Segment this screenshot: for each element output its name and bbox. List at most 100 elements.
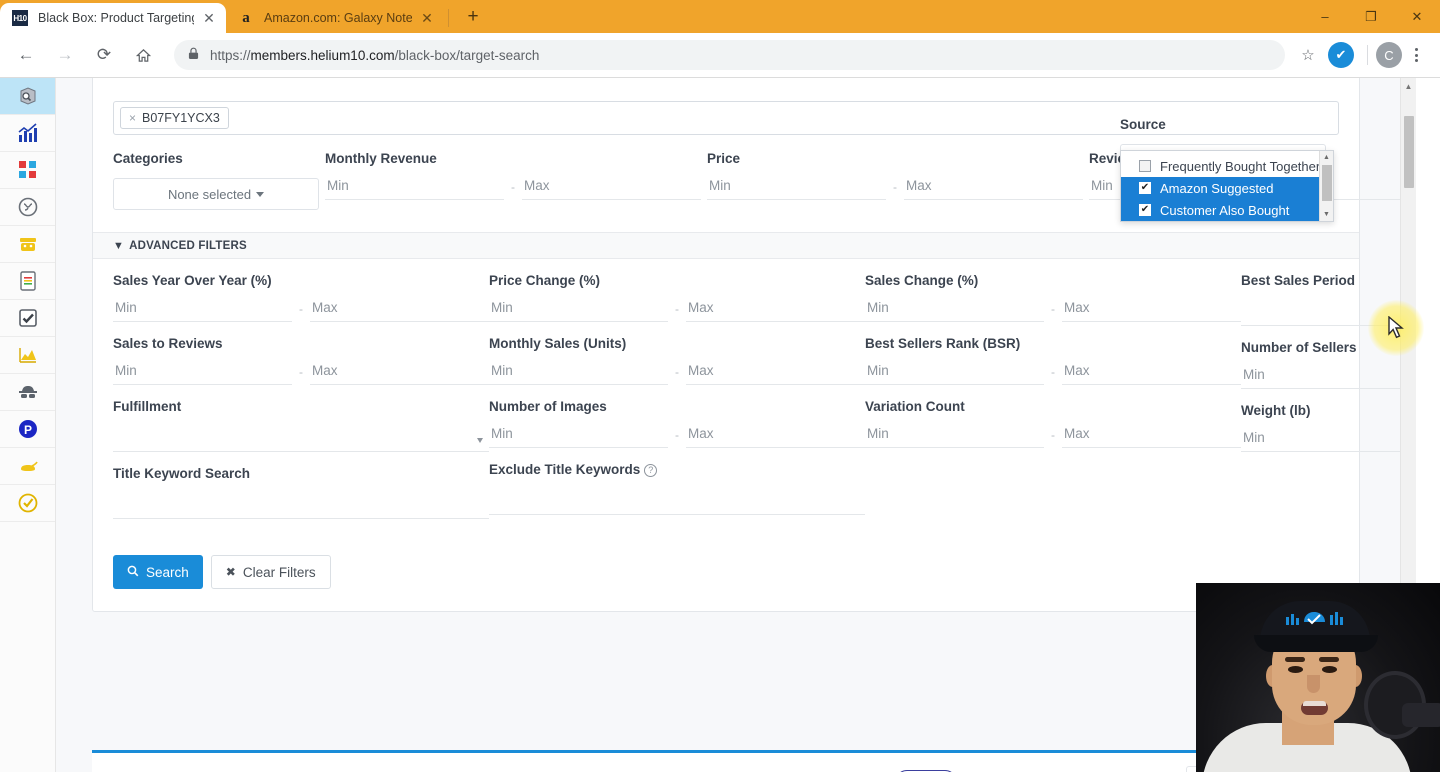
chrome-menu-icon[interactable] <box>1402 41 1430 69</box>
field-label: Title Keyword Search <box>113 466 489 481</box>
bsr-max-input[interactable] <box>1062 363 1241 385</box>
close-icon: ✖ <box>226 565 236 579</box>
advanced-column-3: Sales Change (%) - Best Sellers Rank (BS… <box>865 273 1241 533</box>
sales-yoy-max-input[interactable] <box>310 300 489 322</box>
title-keyword-search-input[interactable] <box>113 493 489 519</box>
checkbox-unchecked-icon[interactable] <box>1139 160 1151 172</box>
sidebar-item-trendster[interactable] <box>0 115 55 152</box>
sidebar-item-refund-genie[interactable] <box>0 485 55 522</box>
bsr-min-input[interactable] <box>865 363 1044 385</box>
sidebar-item-scribbles[interactable] <box>0 263 55 300</box>
advanced-filters-header[interactable]: ▼ ADVANCED FILTERS <box>93 232 1359 259</box>
sidebar-item-black-box[interactable] <box>0 78 55 115</box>
back-icon[interactable]: ← <box>10 39 42 71</box>
clear-filters-button[interactable]: ✖ Clear Filters <box>211 555 331 589</box>
sidebar-item-xray-cerebro[interactable] <box>0 152 55 189</box>
profile-avatar[interactable]: C <box>1376 42 1402 68</box>
field-price-change: Price Change (%) - <box>489 273 865 322</box>
number-of-images-min-input[interactable] <box>489 426 668 448</box>
field-sales-yoy: Sales Year Over Year (%) - <box>113 273 489 322</box>
tab-amazon[interactable]: a Amazon.com: Galaxy Note 9 Scre ✕ <box>226 3 444 33</box>
webcam-cap-brim <box>1254 635 1378 652</box>
genie-lamp-icon <box>16 454 40 478</box>
sidebar-item-frankenstein[interactable] <box>0 226 55 263</box>
exclude-title-keywords-input[interactable] <box>489 489 865 515</box>
black-box-icon <box>16 84 40 108</box>
results-section: 13 products found Show Advanced Info: YE… <box>92 750 1360 772</box>
home-icon[interactable] <box>127 39 159 71</box>
remove-asin-icon[interactable]: × <box>129 111 136 125</box>
filter-price: Price - <box>707 151 1083 210</box>
scroll-up-icon[interactable]: ▲ <box>1401 78 1416 94</box>
scroll-up-icon[interactable]: ▲ <box>1320 151 1333 164</box>
tab-close-icon[interactable]: ✕ <box>418 9 436 27</box>
sales-to-reviews-max-input[interactable] <box>310 363 489 385</box>
help-icon[interactable]: ? <box>644 464 657 477</box>
range-dash: - <box>292 365 310 385</box>
number-of-images-max-input[interactable] <box>686 426 865 448</box>
checkbox-checked-icon[interactable]: ✔ <box>1139 204 1151 216</box>
dropdown-scrollbar[interactable]: ▲ ▼ <box>1319 151 1333 221</box>
sidebar-item-magnet[interactable] <box>0 189 55 226</box>
sidebar-item-index-checker[interactable] <box>0 300 55 337</box>
sales-to-reviews-min-input[interactable] <box>113 363 292 385</box>
maximize-button[interactable]: ❐ <box>1348 0 1394 33</box>
frankenstein-icon <box>16 232 40 256</box>
search-button-label: Search <box>146 565 189 580</box>
address-bar[interactable]: https://members.helium10.com/black-box/t… <box>174 40 1285 70</box>
number-of-sellers-min-input[interactable] <box>1241 367 1416 389</box>
minimize-button[interactable]: – <box>1302 0 1348 33</box>
sidebar-item-profits[interactable]: P <box>0 411 55 448</box>
price-change-min-input[interactable] <box>489 300 668 322</box>
tab-black-box[interactable]: H10 Black Box: Product Targeting ✕ <box>0 3 226 33</box>
helium10-extension-icon[interactable]: ✔ <box>1328 42 1354 68</box>
monthly-sales-max-input[interactable] <box>686 363 865 385</box>
new-tab-button[interactable]: + <box>459 3 487 31</box>
monthly-sales-min-input[interactable] <box>489 363 668 385</box>
tab-title: Black Box: Product Targeting <box>38 11 194 25</box>
price-min-input[interactable] <box>707 178 886 200</box>
advanced-filters-grid: Sales Year Over Year (%) - Sales to Revi… <box>113 273 1339 533</box>
sales-change-min-input[interactable] <box>865 300 1044 322</box>
webcam-teeth <box>1303 701 1326 706</box>
fulfillment-select[interactable] <box>113 426 489 452</box>
checkbox-checked-icon[interactable]: ✔ <box>1139 182 1151 194</box>
monthly-revenue-max-input[interactable] <box>522 178 701 200</box>
range-inputs: - <box>865 300 1241 322</box>
scroll-down-icon[interactable]: ▼ <box>1320 208 1333 221</box>
filter-actions: Search ✖ Clear Filters <box>93 555 1359 611</box>
reload-icon[interactable]: ⟳ <box>88 39 120 71</box>
clear-filters-label: Clear Filters <box>243 565 316 580</box>
weight-min-input[interactable] <box>1241 430 1416 452</box>
variation-count-min-input[interactable] <box>865 426 1044 448</box>
source-dropdown-menu: Frequently Bought Together ✔ Amazon Sugg… <box>1120 150 1334 222</box>
bar-chart-icon <box>16 121 40 145</box>
range-inputs: - <box>325 178 701 200</box>
sales-yoy-min-input[interactable] <box>113 300 292 322</box>
sales-change-max-input[interactable] <box>1062 300 1241 322</box>
price-change-max-input[interactable] <box>686 300 865 322</box>
range-dash: - <box>1044 302 1062 322</box>
source-option-customer-also-bought[interactable]: ✔ Customer Also Bought <box>1121 199 1333 221</box>
field-weight: Weight (lb) - <box>1241 403 1416 452</box>
funnel-icon: ▼ <box>113 240 124 252</box>
search-button[interactable]: Search <box>113 555 203 589</box>
source-option-amazon-suggested[interactable]: ✔ Amazon Suggested <box>1121 177 1333 199</box>
field-fulfillment: Fulfillment <box>113 399 489 452</box>
forward-icon[interactable]: → <box>49 39 81 71</box>
sidebar-item-keyword-tracker[interactable] <box>0 337 55 374</box>
source-option-frequently-bought-together[interactable]: Frequently Bought Together <box>1121 155 1333 177</box>
variation-count-max-input[interactable] <box>1062 426 1241 448</box>
bookmark-star-icon[interactable]: ☆ <box>1293 40 1323 70</box>
sidebar-item-misspellinator[interactable] <box>0 374 55 411</box>
scrollbar-thumb[interactable] <box>1322 165 1332 201</box>
tab-divider <box>448 9 449 27</box>
sidebar-item-alerts-genie[interactable] <box>0 448 55 485</box>
scrollbar-thumb[interactable] <box>1404 116 1414 188</box>
monthly-revenue-min-input[interactable] <box>325 178 504 200</box>
asin-chip[interactable]: × B07FY1YCX3 <box>120 107 229 129</box>
categories-select[interactable]: None selected <box>113 178 319 210</box>
tab-close-icon[interactable]: ✕ <box>200 9 218 27</box>
price-max-input[interactable] <box>904 178 1083 200</box>
close-window-button[interactable]: ✕ <box>1394 0 1440 33</box>
